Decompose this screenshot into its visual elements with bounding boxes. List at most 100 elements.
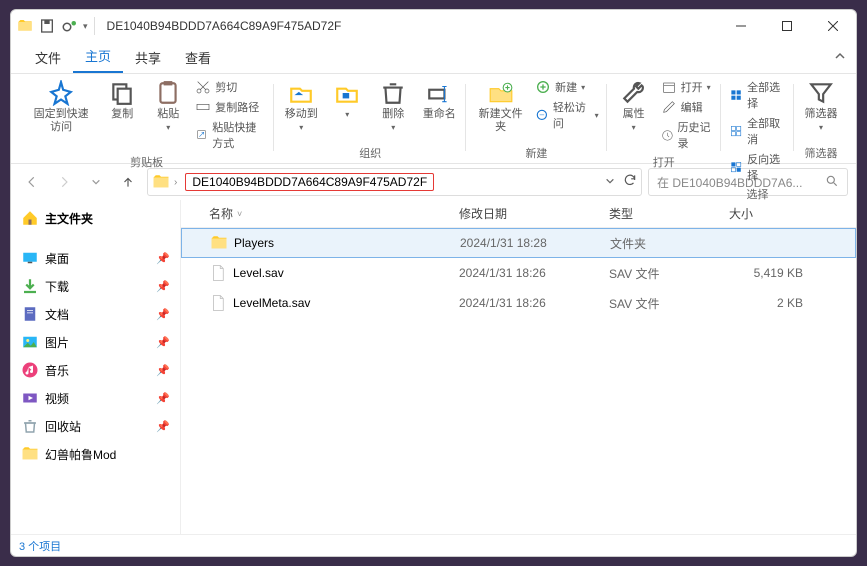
column-headers: 名称 ˅ 修改日期 类型 大小 bbox=[181, 200, 856, 228]
group-label: 新建 bbox=[525, 143, 547, 163]
video-icon bbox=[21, 389, 39, 407]
plus-icon bbox=[535, 79, 551, 95]
minimize-button[interactable] bbox=[718, 10, 764, 42]
file-date: 2024/1/31 18:26 bbox=[451, 266, 601, 280]
qat-save-icon[interactable] bbox=[39, 18, 55, 34]
properties-button[interactable]: 属性 ▾ bbox=[613, 78, 655, 135]
chevron-down-icon: ▾ bbox=[595, 111, 599, 120]
sidebar-item[interactable]: 图片📌 bbox=[11, 328, 180, 356]
qat-properties-icon[interactable] bbox=[61, 18, 79, 34]
music-icon bbox=[21, 361, 39, 379]
column-size[interactable]: 大小 bbox=[721, 205, 811, 222]
file-row[interactable]: LevelMeta.sav 2024/1/31 18:26 SAV 文件 2 K… bbox=[181, 288, 856, 318]
maximize-button[interactable] bbox=[764, 10, 810, 42]
address-box[interactable]: › DE1040B94BDDD7A664C89A9F475AD72F bbox=[147, 168, 642, 196]
copy-button[interactable]: 复制 bbox=[101, 78, 143, 123]
file-icon bbox=[209, 294, 227, 312]
sidebar: 主文件夹 桌面📌下载📌 文档 📌 图片📌音乐📌 视频 📌 回收站📌 幻兽帕鲁Mod bbox=[11, 200, 181, 534]
new-folder-button[interactable]: 新建文件夹 bbox=[472, 78, 529, 136]
file-row[interactable]: Level.sav 2024/1/31 18:26 SAV 文件 5,419 K… bbox=[181, 258, 856, 288]
tab-home[interactable]: 主页 bbox=[73, 40, 123, 73]
window-title: DE1040B94BDDD7A664C89A9F475AD72F bbox=[107, 19, 342, 33]
copy-to-button[interactable]: ▾ bbox=[326, 78, 368, 122]
select-none-icon bbox=[729, 123, 743, 139]
refresh-button[interactable] bbox=[623, 173, 637, 192]
back-button[interactable] bbox=[19, 169, 45, 195]
recent-dropdown[interactable] bbox=[83, 169, 109, 195]
sidebar-item[interactable]: 视频 📌 bbox=[11, 384, 180, 412]
tab-share[interactable]: 共享 bbox=[123, 42, 173, 73]
sidebar-item-label: 视频 bbox=[45, 390, 69, 407]
history-button[interactable]: 历史记录 bbox=[659, 118, 715, 152]
group-label: 组织 bbox=[359, 143, 381, 163]
file-row[interactable]: Players 2024/1/31 18:28 文件夹 bbox=[181, 228, 856, 258]
sidebar-item[interactable]: 幻兽帕鲁Mod bbox=[11, 440, 180, 468]
link-icon bbox=[535, 107, 549, 123]
sidebar-item[interactable]: 桌面📌 bbox=[11, 244, 180, 272]
edit-button[interactable]: 编辑 bbox=[659, 98, 705, 116]
paste-shortcut-button[interactable]: 粘贴快捷方式 bbox=[193, 118, 268, 152]
window-icon bbox=[17, 18, 33, 34]
folder-icon bbox=[152, 173, 170, 191]
sidebar-item-label: 幻兽帕鲁Mod bbox=[45, 446, 116, 463]
wrench-icon bbox=[621, 80, 647, 106]
select-all-button[interactable]: 全部选择 bbox=[727, 78, 788, 112]
sidebar-item[interactable]: 回收站📌 bbox=[11, 412, 180, 440]
file-size: 2 KB bbox=[721, 296, 811, 310]
pin-to-quick-access-button[interactable]: 固定到快速访问 bbox=[25, 78, 97, 136]
file-name: Players bbox=[234, 236, 274, 250]
chevron-right-icon[interactable]: › bbox=[174, 177, 177, 188]
close-button[interactable] bbox=[810, 10, 856, 42]
new-item-button[interactable]: 新建 ▾ bbox=[533, 78, 587, 96]
document-icon bbox=[21, 305, 39, 323]
desktop-icon bbox=[21, 249, 39, 267]
easy-access-button[interactable]: 轻松访问 ▾ bbox=[533, 98, 601, 132]
open-button[interactable]: 打开 ▾ bbox=[659, 78, 713, 96]
explorer-window: ▾ DE1040B94BDDD7A664C89A9F475AD72F 文件 主页… bbox=[10, 9, 857, 557]
paste-button[interactable]: 粘贴 ▾ bbox=[147, 78, 189, 135]
sidebar-item-home[interactable]: 主文件夹 bbox=[11, 204, 180, 232]
column-name[interactable]: 名称 ˅ bbox=[201, 205, 451, 222]
file-type: SAV 文件 bbox=[601, 295, 721, 312]
up-button[interactable] bbox=[115, 169, 141, 195]
column-type[interactable]: 类型 bbox=[601, 205, 721, 222]
pin-icon: 📌 bbox=[156, 392, 170, 405]
qat-dropdown-icon[interactable]: ▾ bbox=[83, 21, 88, 32]
sidebar-item[interactable]: 文档 📌 bbox=[11, 300, 180, 328]
rename-button[interactable]: 重命名 bbox=[418, 78, 460, 123]
filter-button[interactable]: 筛选器 ▾ bbox=[800, 78, 842, 135]
file-name: Level.sav bbox=[233, 266, 284, 280]
chevron-down-icon: ▾ bbox=[581, 83, 585, 92]
file-content-area: 名称 ˅ 修改日期 类型 大小 Players 2024/1/31 18:28 … bbox=[181, 200, 856, 534]
select-none-button[interactable]: 全部取消 bbox=[727, 114, 788, 148]
sidebar-item[interactable]: 下载📌 bbox=[11, 272, 180, 300]
cut-button[interactable]: 剪切 bbox=[193, 78, 239, 96]
select-all-icon bbox=[729, 87, 743, 103]
pin-icon: 📌 bbox=[156, 280, 170, 293]
sidebar-item[interactable]: 音乐📌 bbox=[11, 356, 180, 384]
sidebar-item-label: 文档 bbox=[45, 306, 69, 323]
trash-icon bbox=[380, 80, 406, 106]
funnel-icon bbox=[808, 80, 834, 106]
invert-icon bbox=[729, 159, 743, 175]
forward-button[interactable] bbox=[51, 169, 77, 195]
collapse-ribbon-icon[interactable] bbox=[834, 50, 846, 65]
status-text: 3 个项目 bbox=[19, 538, 61, 554]
file-icon bbox=[209, 264, 227, 282]
tabs-bar: 文件 主页 共享 查看 bbox=[11, 42, 856, 74]
invert-selection-button[interactable]: 反向选择 bbox=[727, 150, 788, 184]
address-dropdown-icon[interactable] bbox=[605, 173, 615, 191]
file-date: 2024/1/31 18:28 bbox=[452, 236, 602, 250]
move-to-button[interactable]: 移动到 ▾ bbox=[280, 78, 322, 135]
chevron-down-icon: ▾ bbox=[391, 123, 395, 133]
tab-view[interactable]: 查看 bbox=[173, 42, 223, 73]
file-list: Players 2024/1/31 18:28 文件夹 Level.sav 20… bbox=[181, 228, 856, 534]
copy-to-icon bbox=[334, 80, 360, 106]
copy-icon bbox=[109, 80, 135, 106]
open-icon bbox=[661, 79, 677, 95]
column-date[interactable]: 修改日期 bbox=[451, 205, 601, 222]
delete-button[interactable]: 删除 ▾ bbox=[372, 78, 414, 135]
pin-icon: 📌 bbox=[156, 308, 170, 321]
tab-file[interactable]: 文件 bbox=[23, 42, 73, 73]
copy-path-button[interactable]: 复制路径 bbox=[193, 98, 261, 116]
